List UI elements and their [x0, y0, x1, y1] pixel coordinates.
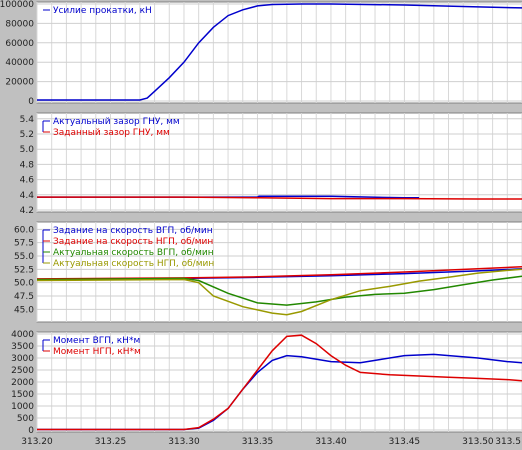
plot-area [36, 1, 522, 104]
y-tick-label: 5.0 [20, 145, 35, 155]
x-tick-label: 313.50 [462, 437, 494, 447]
y-tick-label: 500 [17, 414, 34, 424]
legend-label: Задание на скорость ВГП, об/мин [53, 226, 213, 236]
x-tick-label: 313.40 [315, 437, 347, 447]
x-tick-label: 313.45 [389, 437, 421, 447]
legend-label: Момент ВГП, кН*м [53, 336, 140, 346]
y-tick-label: 55.0 [14, 252, 34, 262]
chart-panel-4: 0 500 1000 1500 2000 2500 3000 3500 4000 Момент В… [11, 330, 522, 447]
chart-panel-3: 45.0 47.5 50.0 52.5 55.0 57.5 60.0 Задание на с… [14, 221, 522, 323]
legend-label: Усилие прокатки, кН [53, 6, 152, 16]
legend: Задание на скорость ВГП, об/минЗадание н… [42, 226, 214, 269]
y-tick-label: 47.5 [14, 292, 34, 302]
y-tick-label: 57.5 [14, 239, 34, 249]
legend-label: Заданный зазор ГНУ, мм [53, 128, 170, 138]
y-tick-label: 4.2 [20, 206, 34, 216]
y-tick-label: 2000 [11, 378, 34, 388]
y-tick-label: 50.0 [14, 279, 34, 289]
x-tick-label: 313.25 [95, 437, 127, 447]
y-tick-label: 0 [28, 97, 34, 107]
chart-dashboard: 0 20000 40000 60000 80000 100000 Усилие прокат… [0, 0, 522, 450]
y-tick-label: 3500 [11, 342, 34, 352]
chart-panel-1: 0 20000 40000 60000 80000 100000 Усилие прокат… [0, 0, 522, 107]
y-tick-label: 1500 [11, 390, 34, 400]
legend-label: Актуальный зазор ГНУ, мм [53, 117, 180, 127]
y-tick-label: 20000 [5, 78, 34, 88]
x-tick-label: 313.5 [495, 437, 521, 447]
y-tick-label: 3000 [11, 354, 34, 364]
y-tick-label: 4.8 [20, 160, 35, 170]
legend: Актуальный зазор ГНУ, ммЗаданный зазор Г… [42, 117, 180, 138]
y-tick-label: 5.2 [20, 130, 34, 140]
y-tick-label: 0 [28, 426, 34, 436]
y-tick-label: 60000 [5, 39, 34, 49]
legend-label: Момент НГП, кН*м [53, 347, 141, 357]
y-tick-label: 5.4 [20, 115, 35, 125]
x-tick-label: 313.35 [242, 437, 274, 447]
y-tick-label: 40000 [5, 58, 34, 68]
y-tick-label: 4.4 [20, 191, 35, 201]
legend-label: Актуальная скорость ВГП, об/мин [53, 248, 214, 258]
y-tick-label: 4.6 [20, 176, 35, 186]
legend-label: Задание на скорость НГП, об/мин [53, 237, 213, 247]
y-tick-label: 80000 [5, 19, 34, 29]
y-tick-label: 100000 [0, 0, 34, 10]
y-tick-label: 60.0 [14, 225, 34, 235]
y-tick-label: 4000 [11, 330, 34, 340]
y-tick-label: 52.5 [14, 265, 34, 275]
legend: Момент ВГП, кН*мМомент НГП, кН*м [42, 336, 141, 357]
legend-label: Актуальная скорость НГП, об/мин [53, 259, 214, 269]
y-tick-label: 1000 [11, 402, 34, 412]
legend: Усилие прокатки, кН [43, 6, 152, 16]
chart-panel-2: 4.2 4.4 4.6 4.8 5.0 5.2 5.4 Актуальный зазор ГН… [20, 112, 522, 216]
x-tick-label: 313.30 [168, 437, 200, 447]
x-tick-label: 313.20 [21, 437, 53, 447]
chart-canvas: 020000400006000080000100000Усилие прокат… [0, 0, 522, 447]
y-tick-label: 45.0 [14, 305, 34, 315]
y-tick-label: 2500 [11, 366, 34, 376]
